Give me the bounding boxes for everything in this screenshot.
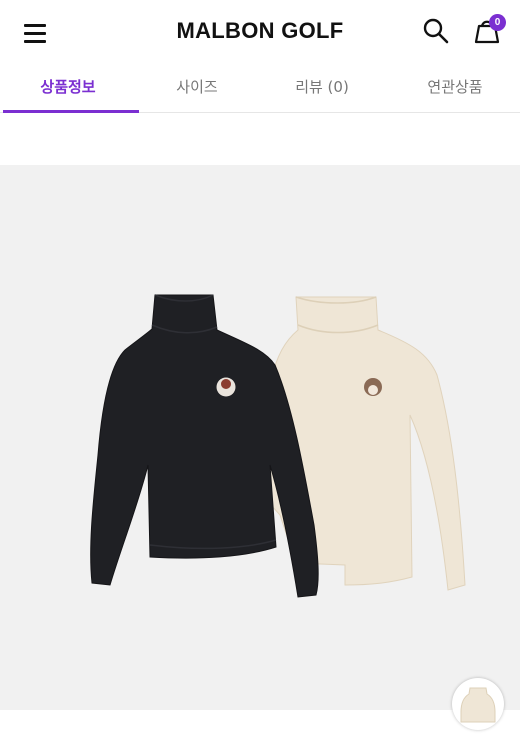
product-thumbnail-icon	[460, 687, 496, 723]
cart-count-badge: 0	[489, 14, 506, 31]
product-thumbnail-button[interactable]	[452, 678, 504, 730]
product-image	[0, 165, 520, 710]
product-photo	[90, 294, 466, 598]
top-header: MALBON GOLF 0	[0, 0, 520, 64]
tab-product-info[interactable]: 상품정보	[3, 64, 139, 113]
cart-button[interactable]: 0	[470, 14, 506, 48]
search-icon[interactable]	[421, 16, 451, 46]
tab-related-products[interactable]: 연관상품	[390, 64, 520, 112]
product-tabs: 상품정보 사이즈 리뷰 (0) 연관상품	[0, 64, 520, 113]
tab-reviews[interactable]: 리뷰 (0)	[257, 64, 387, 112]
black-turtleneck-sweater	[90, 294, 319, 598]
tab-size[interactable]: 사이즈	[132, 64, 262, 112]
